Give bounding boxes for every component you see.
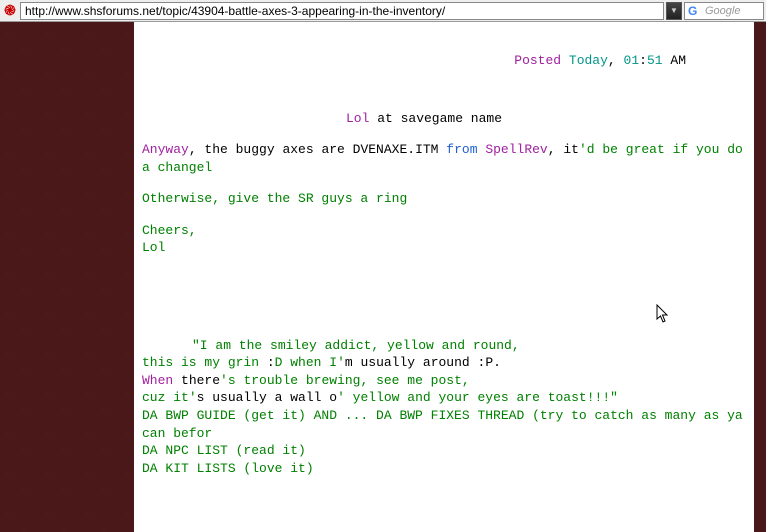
post-body: Lol at savegame name Anyway, the buggy a… <box>142 110 746 257</box>
sig-link-npc-list[interactable]: DA NPC LIST (read it) <box>142 443 306 458</box>
google-icon: G <box>688 4 702 18</box>
page-background: Posted Today, 01:51 AM Lol at savegame n… <box>0 22 766 532</box>
post-timestamp: Posted Today, 01:51 AM <box>142 52 746 70</box>
post-signature: "I am the smiley addict, yellow and roun… <box>142 337 746 477</box>
site-favicon: ֎ <box>2 3 18 19</box>
browser-address-bar: ֎ ▼ G Google <box>0 0 766 22</box>
browser-search-box[interactable]: G Google <box>684 2 764 20</box>
forum-post-content: Posted Today, 01:51 AM Lol at savegame n… <box>134 22 754 532</box>
url-input[interactable] <box>20 2 664 20</box>
url-dropdown-button[interactable]: ▼ <box>666 2 682 20</box>
search-placeholder: Google <box>705 5 740 17</box>
sig-link-kit-lists[interactable]: DA KIT LISTS (love it) <box>142 461 314 476</box>
sig-link-bwp-guide[interactable]: DA BWP GUIDE (get it) AND ... DA BWP FIX… <box>142 408 743 441</box>
